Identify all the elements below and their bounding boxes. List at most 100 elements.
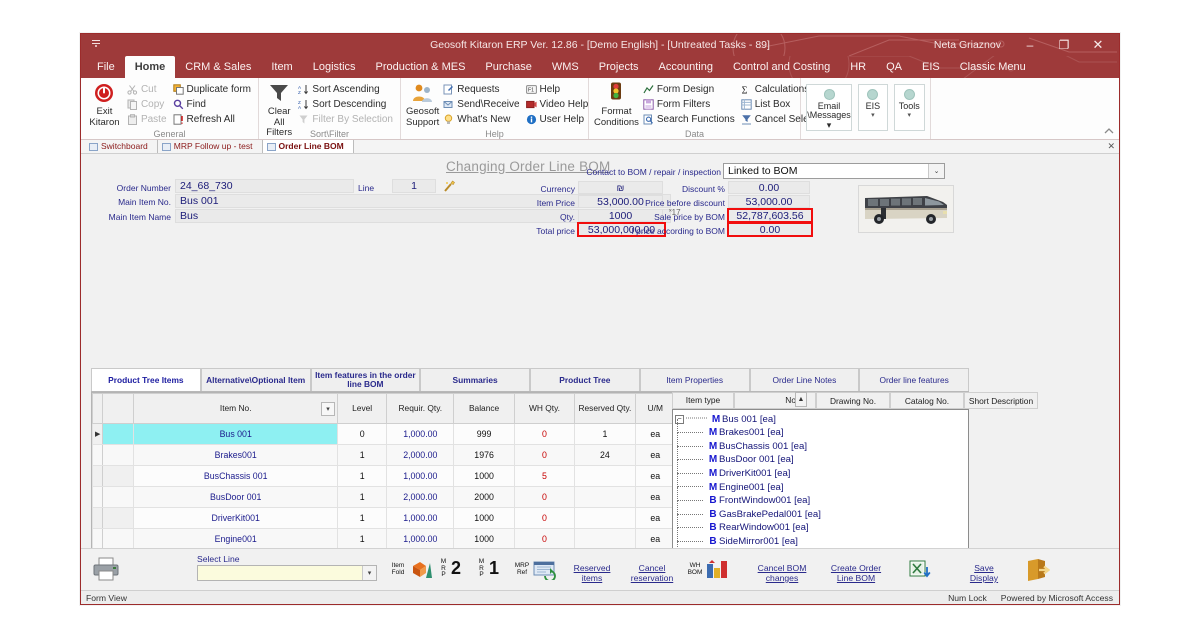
tree-node[interactable]: M DriverKit001 [ea] [673,459,968,481]
search-functions-button[interactable]: Search Functions [641,112,737,126]
ribbon-tab-wms[interactable]: WMS [542,56,589,78]
exit-kitaron-button[interactable]: Exit Kitaron [86,81,123,128]
cell-um[interactable]: ea [634,528,676,550]
cell-requir-qty[interactable]: 1,000.00 [386,423,455,445]
grid-header-drawing-no[interactable]: Drawing No. [816,392,890,409]
cell-requir-qty[interactable]: 2,000.00 [386,444,455,466]
help-button[interactable]: F1 Help [524,82,591,96]
tree-node[interactable]: B SideMirror001 [ea] [673,527,968,549]
printer-icon[interactable] [93,557,119,584]
cell-reserved-qty[interactable] [574,507,636,529]
tree-node[interactable]: M Brakes001 [ea] [673,419,968,440]
grid-header-um[interactable]: U/M [634,393,676,424]
sale-price-by-bom-field[interactable]: 52,787,603.56 [727,208,813,223]
cancel-reservation-link[interactable]: Cancel reservation [621,563,683,583]
refresh-all-button[interactable]: Refresh All [171,112,253,126]
price-according-to-bom-field[interactable]: 0.00 [727,222,813,237]
mrp1-button[interactable]: 1 [489,558,499,579]
ribbon-tab-classic-menu[interactable]: Classic Menu [950,56,1036,78]
tree-node[interactable]: M BusDoor 001 [ea] [673,446,968,467]
user-help-button[interactable]: User Help [524,112,591,126]
ribbon-tab-qa[interactable]: QA [876,56,912,78]
ribbon-tab-accounting[interactable]: Accounting [649,56,723,78]
cell-level[interactable]: 1 [337,465,388,487]
ribbon-tab-hr[interactable]: HR [840,56,876,78]
form-design-button[interactable]: Form Design [641,82,737,96]
create-order-line-bom-link[interactable]: Create Order Line BOM [820,563,892,583]
chevron-down-icon[interactable]: ▾ [321,402,336,416]
cell-um[interactable]: ea [634,507,676,529]
ribbon-tab-production-mes[interactable]: Production & MES [366,56,476,78]
wh-bom-icon[interactable] [706,560,728,583]
cell-requir-qty[interactable]: 2,000.00 [386,486,455,508]
cell-item-no[interactable]: BusDoor 001 [133,486,339,508]
form-filters-button[interactable]: Form Filters [641,97,737,111]
filter-by-selection-button[interactable]: Filter By Selection [296,112,395,126]
cell-level[interactable]: 1 [337,507,388,529]
cell-balance[interactable]: 999 [453,423,515,445]
whats-new-button[interactable]: What's New [441,112,521,126]
grid-header-balance[interactable]: Balance [453,393,515,424]
ribbon-tab-projects[interactable]: Projects [589,56,649,78]
row-selector-current[interactable]: ▶ [92,423,104,445]
tab-product-tree[interactable]: Product Tree [530,368,640,391]
cell-level[interactable]: 1 [337,444,388,466]
ribbon-tab-file[interactable]: File [87,56,125,78]
geosoft-support-button[interactable]: Geosoft Support [406,81,439,128]
cell-balance[interactable]: 1000 [453,528,515,550]
cell-wh-qty[interactable]: 0 [513,444,576,466]
cell-item-no[interactable]: Engine001 [133,528,339,550]
cell-balance[interactable]: 2000 [453,486,515,508]
cell-requir-qty[interactable]: 1,000.00 [386,465,455,487]
item-fold-icon[interactable] [411,560,433,583]
contact-to-bom-combobox[interactable]: Linked to BOM ⌄ [723,163,945,179]
grid-header-reserved-qty[interactable]: Reserved Qty. [574,393,636,424]
tab-product-tree-items[interactable]: Product Tree Items [91,368,201,391]
grid-header-catalog-no[interactable]: Catalog No. [890,392,964,409]
row-selector[interactable] [92,444,104,466]
cell-item-no[interactable]: BusChassis 001 [133,465,339,487]
ribbon-tab-item[interactable]: Item [261,56,302,78]
cell-level[interactable]: 1 [337,528,388,550]
requests-button[interactable]: Requests [441,82,521,96]
chevron-down-icon[interactable]: ▾ [362,566,376,580]
send-receive-button[interactable]: Send\Receive [441,97,521,111]
cell-reserved-qty[interactable] [574,486,636,508]
discount-percent-field[interactable]: 0.00 [728,181,810,194]
row-selector[interactable] [92,528,104,550]
tab-item-properties[interactable]: Item Properties [639,368,750,391]
sort-ascending-button[interactable]: AZ Sort Ascending [296,82,395,96]
cell-requir-qty[interactable]: 1,000.00 [386,507,455,529]
find-button[interactable]: Find [171,97,253,111]
line-field[interactable]: 1 [392,179,436,193]
mrp2-button[interactable]: 2 [451,558,461,579]
cancel-bom-changes-link[interactable]: Cancel BOM changes [747,563,817,583]
mrp-ref-icon[interactable] [533,560,557,583]
cell-reserved-qty[interactable]: 24 [574,444,636,466]
tree-node[interactable]: B RearWindow001 [ea] [673,514,968,535]
tree-node[interactable]: M BusChassis 001 [ea] [673,432,968,454]
tree-node[interactable]: M Engine001 [ea] [673,473,968,494]
tab-summaries[interactable]: Summaries [420,368,530,391]
tree-root-node[interactable]: − M Bus 001 [ea] [673,412,968,426]
cell-reserved-qty[interactable] [574,528,636,550]
cell-wh-qty[interactable]: 5 [513,465,576,487]
save-display-link[interactable]: Save Display [961,563,1007,583]
video-help-button[interactable]: Video Help [524,97,591,111]
grid-header-item-no[interactable]: Item No. ▾ [133,393,339,424]
close-document-button[interactable]: ✕ [1107,141,1115,152]
cell-level[interactable]: 1 [337,486,388,508]
ribbon-tab-crm-sales[interactable]: CRM & Sales [175,56,261,78]
select-line-combobox[interactable]: ▾ [197,565,377,581]
minimize-button[interactable]: – [1013,34,1047,56]
sort-descending-button[interactable]: ZA Sort Descending [296,97,395,111]
cell-wh-qty[interactable]: 0 [513,423,576,445]
tools-button[interactable]: Tools ▾ [893,84,925,131]
price-before-discount-field[interactable]: 53,000.00 [728,195,810,208]
cell-item-no[interactable]: DriverKit001 [133,507,339,529]
cell-wh-qty[interactable]: 0 [513,486,576,508]
doc-tab-mrp-follow-up-test[interactable]: MRP Follow up - test [157,140,263,153]
ribbon-tab-logistics[interactable]: Logistics [303,56,366,78]
scroll-up-button[interactable]: ▲ [795,392,807,407]
cell-reserved-qty[interactable]: 1 [574,423,636,445]
